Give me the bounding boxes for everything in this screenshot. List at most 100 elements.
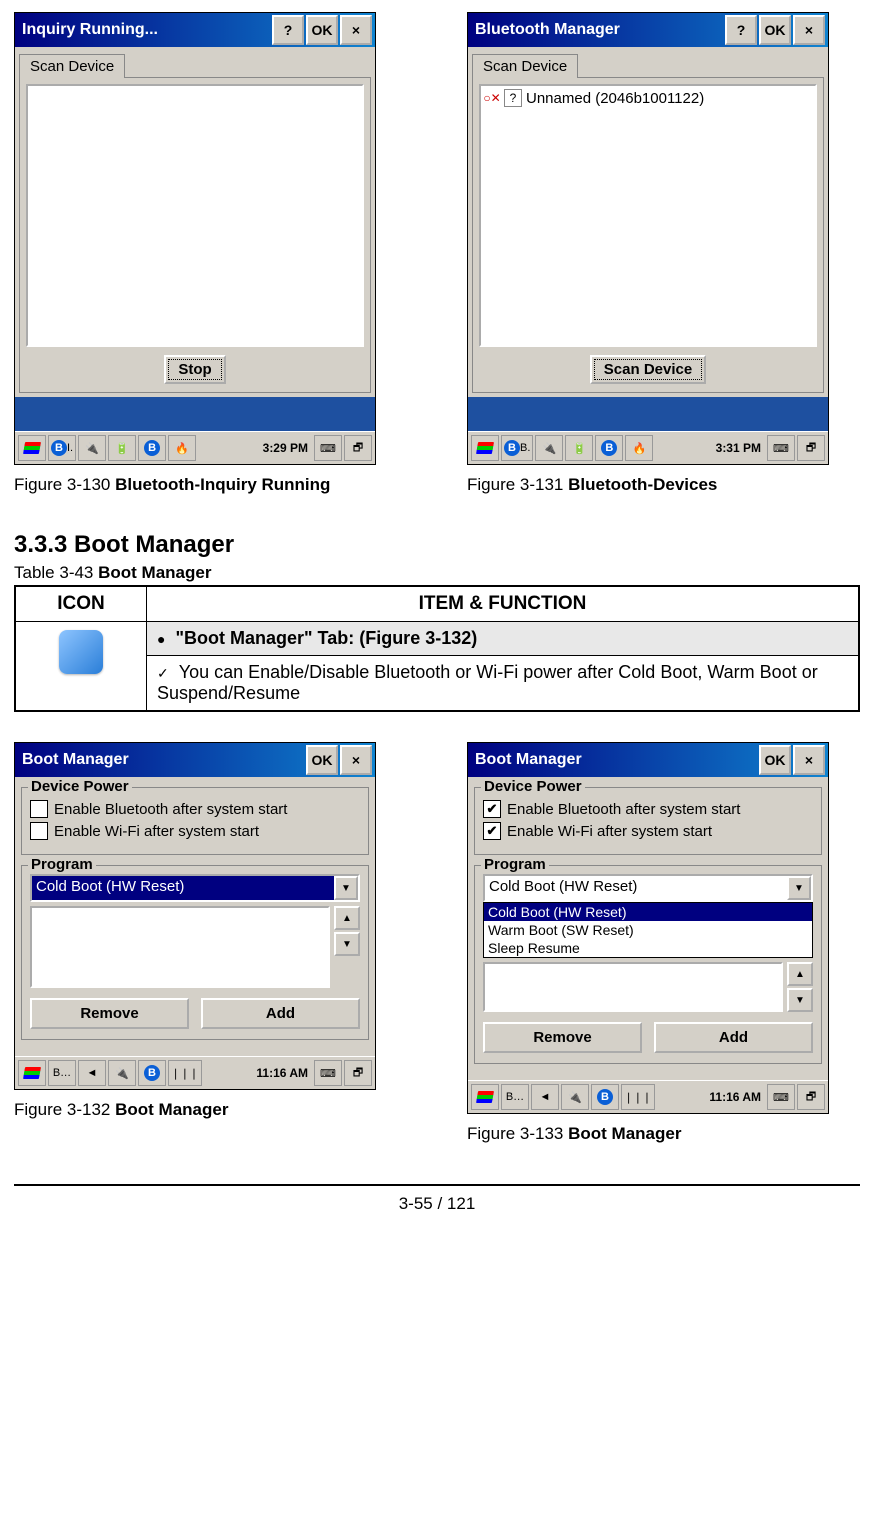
spin-up-button[interactable]: ▲ xyxy=(334,906,360,930)
spin-down-button[interactable]: ▼ xyxy=(787,988,813,1012)
desktop-icon[interactable]: 🗗 xyxy=(797,435,825,461)
sip-icon[interactable]: ⌨ xyxy=(314,435,342,461)
start-icon[interactable] xyxy=(471,1084,499,1110)
close-button[interactable]: × xyxy=(793,15,825,45)
bullet-icon: ● xyxy=(157,631,165,647)
taskbar-app[interactable]: B… xyxy=(48,1060,76,1086)
ok-button[interactable]: OK xyxy=(759,15,791,45)
tray-icon[interactable]: 🔋 xyxy=(108,435,136,461)
window-title: Boot Manager xyxy=(471,751,757,769)
tray-icon[interactable]: ❘❘❘ xyxy=(168,1060,202,1086)
start-icon[interactable] xyxy=(18,435,46,461)
start-icon[interactable] xyxy=(18,1060,46,1086)
program-list[interactable] xyxy=(483,962,783,1012)
device-list[interactable]: ○✕ ? Unnamed (2046b1001122) xyxy=(479,84,817,347)
titlebar: Inquiry Running... ? OK × xyxy=(15,13,375,47)
remove-button[interactable]: Remove xyxy=(483,1022,642,1053)
stop-button[interactable]: Stop xyxy=(164,355,225,384)
figure-caption: Figure 3-131 Bluetooth-Devices xyxy=(467,475,860,495)
pda-window-btmanager: Bluetooth Manager ? OK × Scan Device ○✕ … xyxy=(467,12,829,465)
checkbox-wifi[interactable]: ✔ Enable Wi-Fi after system start xyxy=(483,822,813,840)
checkbox-icon xyxy=(30,800,48,818)
dropdown-option[interactable]: Warm Boot (SW Reset) xyxy=(484,921,812,939)
ok-button[interactable]: OK xyxy=(306,745,338,775)
scan-device-button[interactable]: Scan Device xyxy=(590,355,706,384)
tray-icon[interactable]: B xyxy=(138,435,166,461)
icon-cell xyxy=(15,622,147,712)
tray-icon[interactable]: 🔌 xyxy=(561,1084,589,1110)
tab-scan-device[interactable]: Scan Device xyxy=(19,54,125,78)
dropdown-option[interactable]: Sleep Resume xyxy=(484,939,812,957)
window-body: Scan Device Stop xyxy=(15,47,375,397)
check-icon: ✓ xyxy=(157,665,169,681)
taskbar[interactable]: B… ◄ 🔌 B ❘❘❘ 11:16 AM ⌨ 🗗 xyxy=(15,1056,375,1089)
section-heading: 3.3.3 Boot Manager xyxy=(14,531,860,559)
figure-caption: Figure 3-133 Boot Manager xyxy=(467,1124,860,1144)
ok-button[interactable]: OK xyxy=(306,15,338,45)
device-name: Unnamed (2046b1001122) xyxy=(526,90,704,107)
remove-button[interactable]: Remove xyxy=(30,998,189,1029)
bluetooth-icon: B xyxy=(597,1089,613,1105)
sip-icon[interactable]: ⌨ xyxy=(314,1060,342,1086)
help-button[interactable]: ? xyxy=(725,15,757,45)
start-icon[interactable] xyxy=(471,435,499,461)
close-button[interactable]: × xyxy=(340,745,372,775)
tray-icon[interactable]: ◄ xyxy=(531,1084,559,1110)
tray-icon[interactable]: 🔌 xyxy=(108,1060,136,1086)
program-list[interactable] xyxy=(30,906,330,988)
dropdown-options[interactable]: Cold Boot (HW Reset) Warm Boot (SW Reset… xyxy=(483,902,813,958)
tray-icon[interactable]: 🔥 xyxy=(168,435,196,461)
list-item[interactable]: ○✕ ? Unnamed (2046b1001122) xyxy=(484,89,812,107)
tray-icon[interactable]: 🔋 xyxy=(565,435,593,461)
taskbar[interactable]: B… ◄ 🔌 B ❘❘❘ 11:16 AM ⌨ 🗗 xyxy=(468,1080,828,1113)
tab-panel: Stop xyxy=(19,77,371,393)
taskbar-bt[interactable]: BI. xyxy=(48,435,76,461)
boot-manager-icon xyxy=(59,630,103,674)
chevron-down-icon[interactable]: ▼ xyxy=(787,876,811,900)
sip-icon[interactable]: ⌨ xyxy=(767,1084,795,1110)
group-legend: Program xyxy=(481,856,549,873)
close-button[interactable]: × xyxy=(793,745,825,775)
group-legend: Program xyxy=(28,856,96,873)
taskbar[interactable]: BI. 🔌 🔋 B 🔥 3:29 PM ⌨ 🗗 xyxy=(15,431,375,464)
add-button[interactable]: Add xyxy=(654,1022,813,1053)
tray-icon[interactable]: 🔌 xyxy=(535,435,563,461)
spin-up-button[interactable]: ▲ xyxy=(787,962,813,986)
blue-bar xyxy=(15,397,375,431)
tray-icon[interactable]: 🔥 xyxy=(625,435,653,461)
taskbar[interactable]: BB. 🔌 🔋 B 🔥 3:31 PM ⌨ 🗗 xyxy=(468,431,828,464)
tab-panel: ○✕ ? Unnamed (2046b1001122) Scan Device xyxy=(472,77,824,393)
tray-icon[interactable]: B xyxy=(138,1060,166,1086)
close-button[interactable]: × xyxy=(340,15,372,45)
tray-icon[interactable]: 🔌 xyxy=(78,435,106,461)
ok-button[interactable]: OK xyxy=(759,745,791,775)
tray-icon[interactable]: ❘❘❘ xyxy=(621,1084,655,1110)
device-list[interactable] xyxy=(26,84,364,347)
tray-icon[interactable]: B xyxy=(595,435,623,461)
chevron-down-icon[interactable]: ▼ xyxy=(334,876,358,900)
button-row: Remove Add xyxy=(30,998,360,1029)
checkbox-wifi[interactable]: Enable Wi-Fi after system start xyxy=(30,822,360,840)
pda-window-inquiry: Inquiry Running... ? OK × Scan Device St… xyxy=(14,12,376,465)
checkbox-bluetooth[interactable]: ✔ Enable Bluetooth after system start xyxy=(483,800,813,818)
desktop-icon[interactable]: 🗗 xyxy=(344,435,372,461)
help-button[interactable]: ? xyxy=(272,15,304,45)
desktop-icon[interactable]: 🗗 xyxy=(797,1084,825,1110)
tab-scan-device[interactable]: Scan Device xyxy=(472,54,578,78)
program-dropdown[interactable]: Cold Boot (HW Reset) ▼ xyxy=(30,874,360,902)
spin-down-button[interactable]: ▼ xyxy=(334,932,360,956)
desktop-icon[interactable]: 🗗 xyxy=(344,1060,372,1086)
program-group: Program Cold Boot (HW Reset) ▼ ▲ ▼ Remov… xyxy=(21,865,369,1040)
sip-icon[interactable]: ⌨ xyxy=(767,435,795,461)
add-button[interactable]: Add xyxy=(201,998,360,1029)
tray-icon[interactable]: ◄ xyxy=(78,1060,106,1086)
window-title: Inquiry Running... xyxy=(18,21,270,39)
taskbar-bt[interactable]: BB. xyxy=(501,435,533,461)
dropdown-option[interactable]: Cold Boot (HW Reset) xyxy=(484,903,812,921)
program-dropdown[interactable]: Cold Boot (HW Reset) ▼ xyxy=(483,874,813,902)
checkbox-bluetooth[interactable]: Enable Bluetooth after system start xyxy=(30,800,360,818)
window-body: Scan Device ○✕ ? Unnamed (2046b1001122) … xyxy=(468,47,828,397)
page-footer: 3-55 / 121 xyxy=(14,1184,860,1214)
tray-icon[interactable]: B xyxy=(591,1084,619,1110)
taskbar-app[interactable]: B… xyxy=(501,1084,529,1110)
